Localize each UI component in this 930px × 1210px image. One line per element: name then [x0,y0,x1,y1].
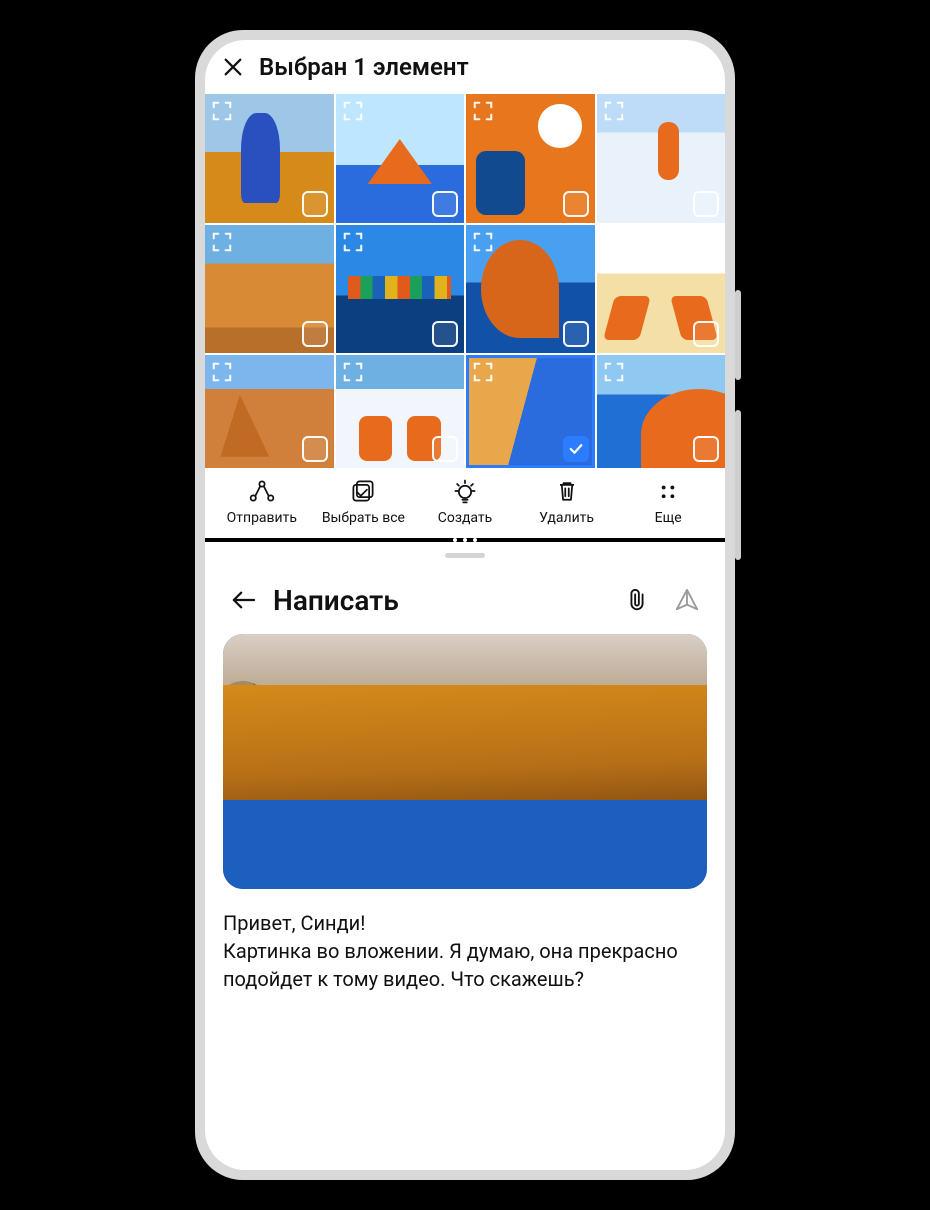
compose-title: Написать [273,584,607,617]
back-arrow-icon [230,589,256,611]
message-body[interactable]: Привет, Синди! Картинка во вложении. Я д… [223,909,707,993]
fullscreen-icon[interactable] [211,231,233,253]
select-checkbox[interactable] [302,436,328,462]
photo-beach-objects[interactable] [466,94,595,223]
photo-beach-chairs[interactable] [597,225,726,354]
more-label: Еще [655,510,682,526]
fullscreen-icon[interactable] [342,361,364,383]
selection-title: Выбран 1 элемент [259,53,469,81]
photo-desert-rocks[interactable] [205,355,334,468]
select-all-button[interactable]: Выбрать все [313,478,415,526]
send-label: Отправить [227,510,297,526]
split-divider[interactable] [205,538,725,542]
create-button[interactable]: Создать [414,478,516,526]
trash-icon [553,478,581,504]
message-line-2: Картинка во вложении. Я думаю, она прекр… [223,937,707,993]
photo-rock-arch[interactable] [466,225,595,354]
attachment-image[interactable] [223,634,707,889]
select-checkbox[interactable] [693,436,719,462]
select-checkbox[interactable] [302,191,328,217]
delete-label: Удалить [539,510,594,526]
fullscreen-icon[interactable] [472,231,494,253]
select-checkbox[interactable] [432,191,458,217]
photo-desert-camels[interactable] [205,225,334,354]
send-message-button[interactable] [667,580,707,620]
selection-header: Выбран 1 элемент [205,40,725,94]
send-icon [674,587,700,613]
photo-skier[interactable] [597,94,726,223]
delete-button[interactable]: Удалить [516,478,618,526]
select-checkbox[interactable] [563,191,589,217]
photo-paper-boat[interactable] [336,94,465,223]
select-checkbox[interactable] [302,321,328,347]
lightbulb-icon [451,478,479,504]
send-button[interactable]: Отправить [211,478,313,526]
fullscreen-icon[interactable] [211,100,233,122]
more-button[interactable]: Еще [617,478,719,526]
screen: Выбран 1 элемент [205,40,725,1170]
drag-handle[interactable] [205,542,725,568]
select-all-label: Выбрать все [322,510,405,526]
select-checkbox[interactable] [563,321,589,347]
compose-header: Написать [223,572,707,628]
gallery-toolbar: Отправить Выбрать все [205,468,725,538]
share-icon [248,478,276,504]
paperclip-icon [625,587,649,613]
back-button[interactable] [223,580,263,620]
fullscreen-icon[interactable] [603,361,625,383]
select-checkbox[interactable] [693,321,719,347]
select-checkbox[interactable] [693,191,719,217]
fullscreen-icon[interactable] [472,100,494,122]
photo-umbrella[interactable] [597,355,726,468]
photo-color-houses[interactable] [336,225,465,354]
photo-tulip-field[interactable] [205,94,334,223]
select-checkbox[interactable] [432,436,458,462]
close-button[interactable] [211,45,255,89]
fullscreen-icon[interactable] [603,231,625,253]
more-icon [654,478,682,504]
attach-button[interactable] [617,580,657,620]
fullscreen-icon[interactable] [342,100,364,122]
message-line-1: Привет, Синди! [223,909,707,937]
photo-shoreline[interactable] [466,355,595,468]
fullscreen-icon[interactable] [211,361,233,383]
create-label: Создать [438,510,493,526]
close-icon [222,56,244,78]
fullscreen-icon[interactable] [472,361,494,383]
photo-grid [205,94,725,468]
fullscreen-icon[interactable] [603,100,625,122]
select-checkbox[interactable] [563,436,589,462]
compose-panel: Написать [205,568,725,1013]
phone-frame: Выбран 1 элемент [195,30,735,1180]
photo-snow-chairs[interactable] [336,355,465,468]
fullscreen-icon[interactable] [342,231,364,253]
select-checkbox[interactable] [432,321,458,347]
select-all-icon [349,478,377,504]
